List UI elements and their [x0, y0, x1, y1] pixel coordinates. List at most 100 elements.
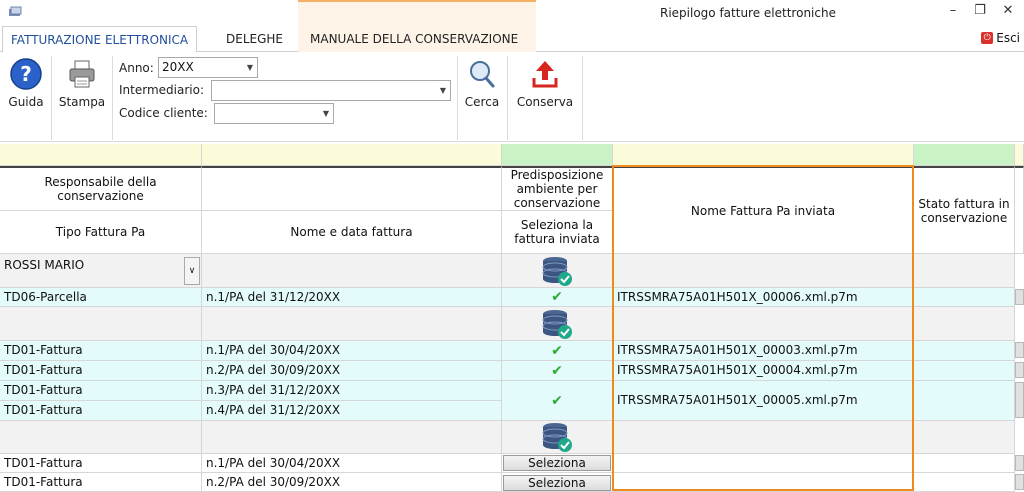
- tab-deleghe[interactable]: DELEGHE: [218, 26, 291, 52]
- tab-manuale-conservazione[interactable]: MANUALE DELLA CONSERVAZIONE: [302, 26, 526, 52]
- band-cell: [202, 144, 502, 166]
- header-responsabile: Responsabile della conservazione: [0, 166, 202, 211]
- row-stato: [914, 381, 1015, 421]
- window-title: Riepilogo fatture elettroniche: [660, 6, 836, 20]
- row-tipo: TD01-Fattura: [0, 454, 202, 473]
- codice-cliente-label: Codice cliente:: [119, 106, 208, 120]
- band-cell: [613, 144, 914, 166]
- row-stato: [914, 288, 1015, 307]
- database-ok-icon[interactable]: [502, 421, 613, 454]
- row-file: ITRSSMRA75A01H501X_00004.xml.p7m: [613, 361, 914, 381]
- row-stato: [914, 454, 1015, 473]
- row-side-button[interactable]: [1015, 342, 1024, 358]
- chevron-down-icon: ▼: [322, 109, 329, 118]
- header-predisposizione: Predisposizione ambiente per conservazio…: [502, 166, 613, 211]
- chevron-down-icon: ▼: [246, 63, 253, 72]
- band-cell: [502, 144, 613, 166]
- header-empty: [202, 166, 502, 211]
- conserva-button[interactable]: Conserva: [512, 58, 578, 109]
- group-cell: [914, 254, 1015, 288]
- row-tipo: TD06-Parcella: [0, 288, 202, 307]
- band-cell: [0, 144, 202, 166]
- check-icon[interactable]: ✔: [502, 341, 613, 361]
- close-icon[interactable]: ✕: [1000, 3, 1016, 19]
- codice-cliente-select[interactable]: ▼: [214, 103, 334, 124]
- row-nome: n.3/PA del 31/12/20XX: [202, 381, 502, 401]
- conserva-label: Conserva: [516, 95, 574, 109]
- row-file: [613, 454, 914, 473]
- ribbon-toolbar: ? Guida Stampa Anno: 20XX ▼ Intermediari…: [0, 52, 1024, 142]
- app-icon: [9, 6, 22, 16]
- band-cell: [914, 144, 1015, 166]
- row-stato: [914, 361, 1015, 381]
- row-nome: n.2/PA del 30/09/20XX: [202, 361, 502, 381]
- check-icon[interactable]: ✔: [502, 361, 613, 381]
- header-nome-data: Nome e data fattura: [202, 211, 502, 254]
- header-nome-inviata: Nome Fattura Pa inviata: [613, 166, 914, 254]
- esci-button[interactable]: ⏻ Esci: [981, 31, 1020, 45]
- database-ok-icon[interactable]: [502, 307, 613, 341]
- group-cell: [613, 254, 914, 288]
- invoice-grid: Responsabile della conservazione Predisp…: [0, 144, 1024, 492]
- group-cell: [0, 421, 202, 454]
- tab-label: MANUALE DELLA CONSERVAZIONE: [310, 32, 519, 46]
- group-cell: [202, 307, 502, 341]
- row-side-button[interactable]: [1015, 382, 1024, 418]
- intermediario-select[interactable]: ▼: [211, 80, 451, 101]
- stampa-label: Stampa: [58, 95, 106, 109]
- row-file: ITRSSMRA75A01H501X_00003.xml.p7m: [613, 341, 914, 361]
- group-cell: [613, 421, 914, 454]
- row-stato: [914, 473, 1015, 492]
- chevron-down-icon: ▼: [439, 86, 446, 95]
- cerca-button[interactable]: Cerca: [461, 58, 503, 109]
- row-file: ITRSSMRA75A01H501X_00006.xml.p7m: [613, 288, 914, 307]
- printer-icon: [69, 60, 95, 88]
- row-tipo: TD01-Fattura: [0, 381, 202, 401]
- row-nome: n.1/PA del 30/04/20XX: [202, 454, 502, 473]
- tab-bar: FATTURAZIONE ELETTRONICA DELEGHE MANUALE…: [0, 0, 1024, 53]
- row-nome: n.2/PA del 30/09/20XX: [202, 473, 502, 492]
- guida-button[interactable]: ? Guida: [6, 58, 46, 109]
- row-side-button[interactable]: [1015, 362, 1024, 378]
- svg-text:?: ?: [20, 62, 32, 86]
- chevron-down-icon[interactable]: ∨: [184, 257, 200, 285]
- intermediario-label: Intermediario:: [119, 83, 204, 97]
- database-ok-icon[interactable]: [502, 254, 613, 288]
- responsabile-value: ROSSI MARIO: [4, 258, 85, 272]
- row-file: [613, 473, 914, 492]
- stampa-button[interactable]: Stampa: [56, 58, 108, 109]
- group-cell: [914, 421, 1015, 454]
- row-tipo: TD01-Fattura: [0, 473, 202, 492]
- esci-label: Esci: [996, 31, 1020, 45]
- row-side-button[interactable]: [1015, 289, 1024, 305]
- responsabile-combo[interactable]: ROSSI MARIO ∨: [0, 254, 202, 288]
- seleziona-button[interactable]: Seleziona: [503, 455, 611, 471]
- header-extra: [1015, 166, 1024, 254]
- seleziona-button[interactable]: Seleziona: [503, 475, 611, 491]
- upload-icon: [532, 61, 558, 88]
- check-icon[interactable]: ✔: [502, 381, 613, 421]
- row-tipo: TD01-Fattura: [0, 361, 202, 381]
- group-cell: [613, 307, 914, 341]
- anno-select[interactable]: 20XX ▼: [158, 57, 258, 78]
- help-icon: ?: [10, 58, 42, 90]
- row-tipo: TD01-Fattura: [0, 341, 202, 361]
- header-stato: Stato fattura in conservazione: [914, 166, 1015, 254]
- row-side-button[interactable]: [1015, 474, 1024, 490]
- separator: [507, 56, 508, 140]
- check-icon[interactable]: ✔: [502, 288, 613, 307]
- anno-value: 20XX: [162, 60, 194, 74]
- group-cell: [202, 421, 502, 454]
- tab-label: FATTURAZIONE ELETTRONICA: [11, 33, 189, 47]
- magnifier-icon: [470, 61, 495, 88]
- restore-icon[interactable]: ❐: [972, 3, 988, 19]
- tab-label: DELEGHE: [226, 32, 283, 46]
- tab-fatturazione-elettronica[interactable]: FATTURAZIONE ELETTRONICA: [2, 26, 198, 53]
- group-cell: [914, 307, 1015, 341]
- row-file: ITRSSMRA75A01H501X_00005.xml.p7m: [613, 381, 914, 421]
- row-side-button[interactable]: [1015, 455, 1024, 471]
- row-nome: n.1/PA del 30/04/20XX: [202, 341, 502, 361]
- exit-icon: ⏻: [981, 32, 994, 44]
- minimize-icon[interactable]: –: [945, 3, 961, 19]
- header-tipo-fattura: Tipo Fattura Pa: [0, 211, 202, 254]
